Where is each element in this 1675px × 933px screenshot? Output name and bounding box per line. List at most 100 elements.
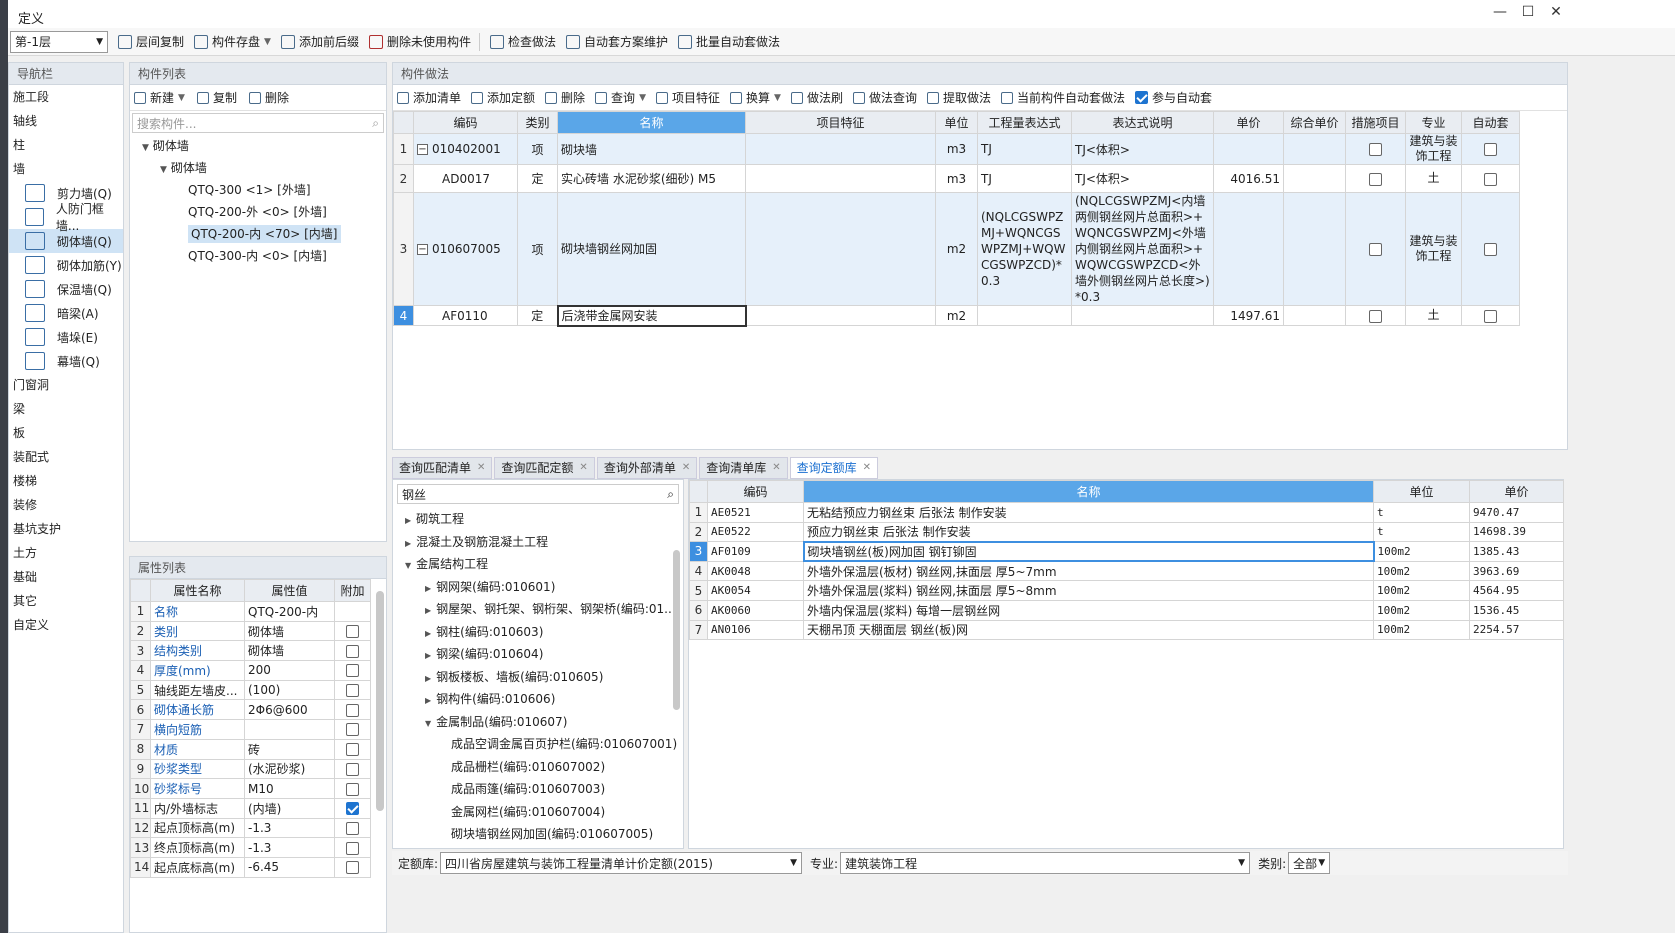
quota-tree-node[interactable]: ▶ 钢板楼板、墙板(编码:010605): [393, 666, 683, 689]
col-header[interactable]: 工程量表达式: [977, 111, 1072, 134]
nav-item[interactable]: 装修: [9, 493, 123, 517]
auto-checkbox[interactable]: [1484, 143, 1497, 156]
property-value[interactable]: -1.3: [244, 817, 335, 839]
nav-item[interactable]: 门窗洞: [9, 373, 123, 397]
save-component-button[interactable]: 构件存盘 ▼: [194, 33, 271, 50]
property-value[interactable]: -6.45: [244, 856, 335, 878]
quota-tree-node[interactable]: 成品栅栏(编码:010607002): [393, 756, 683, 779]
col-header[interactable]: 表达式说明: [1071, 111, 1214, 134]
quota-tree-node[interactable]: ▼ 金属制品(编码:010607): [393, 711, 683, 734]
add-prefix-suffix-button[interactable]: 添加前后缀: [280, 33, 359, 50]
property-row[interactable]: 12 起点顶标高(m) -1.3: [130, 817, 371, 839]
attach-checkbox[interactable]: [346, 821, 359, 835]
property-value[interactable]: 砌体墙: [244, 620, 335, 642]
method-row[interactable]: 2 AD0017 定实心砖墙 水泥砂浆(细砂) M5 m3 TJ TJ<体积> 4016.5…: [393, 164, 1520, 193]
attach-checkbox[interactable]: [346, 703, 359, 717]
nav-item[interactable]: 土方: [9, 541, 123, 565]
property-value[interactable]: 200: [244, 660, 335, 681]
delete-unused-button[interactable]: 删除未使用构件: [368, 33, 471, 50]
attach-checkbox[interactable]: [346, 802, 359, 816]
col-header[interactable]: 名称: [557, 111, 746, 134]
nav-item[interactable]: 墙: [9, 157, 123, 181]
code-cell[interactable]: −010607005: [413, 192, 518, 306]
tree-node[interactable]: ▼ 砌体墙: [130, 157, 386, 179]
col-header[interactable]: 名称: [803, 480, 1374, 503]
floor-select[interactable]: 第-1层 ▼: [10, 30, 108, 53]
close-icon[interactable]: ✕: [477, 457, 485, 479]
query-tab[interactable]: 查询定额库 ✕: [789, 457, 879, 479]
method-tool-button[interactable]: 添加定额: [471, 89, 535, 106]
method-tool-button[interactable]: 添加清单: [397, 89, 461, 106]
property-row[interactable]: 2 类别 砌体墙: [130, 620, 371, 642]
auto-checkbox[interactable]: [1484, 243, 1497, 256]
copy-between-floors-button[interactable]: 层间复制: [118, 33, 184, 50]
method-tool-button[interactable]: 做法刷: [790, 89, 843, 106]
col-header[interactable]: 专业: [1405, 111, 1462, 134]
attach-checkbox[interactable]: [346, 684, 359, 698]
method-tool-button[interactable]: 换算 ▼: [730, 89, 781, 106]
query-tab[interactable]: 查询匹配清单 ✕: [392, 457, 493, 479]
property-row[interactable]: 5 轴线距左墙皮... (100): [130, 679, 371, 701]
measure-checkbox[interactable]: [1369, 143, 1382, 156]
nav-item[interactable]: 其它: [9, 589, 123, 613]
quota-lib-select[interactable]: 四川省房屋建筑与装饰工程量清单计价定额(2015) ▼: [440, 852, 803, 874]
property-row[interactable]: 7 横向短筋: [130, 719, 371, 740]
quota-tree-node[interactable]: ▶ 钢柱(编码:010603): [393, 621, 683, 644]
component-search-input[interactable]: 搜索构件... ⌕: [132, 113, 384, 133]
col-header[interactable]: 措施项目: [1345, 111, 1406, 134]
collapse-icon[interactable]: −: [417, 144, 428, 155]
new-button[interactable]: 新建 ▼: [134, 89, 185, 106]
copy-button[interactable]: 复制: [196, 89, 237, 106]
method-tool-button[interactable]: 参与自动套: [1135, 89, 1212, 106]
property-value[interactable]: [244, 719, 335, 740]
query-search-input[interactable]: 钢丝 ⌕: [397, 484, 679, 504]
collapse-icon[interactable]: −: [417, 244, 428, 255]
col-header[interactable]: 单价: [1213, 111, 1284, 134]
col-header[interactable]: 单价: [1469, 480, 1564, 503]
method-tool-button[interactable]: 删除: [545, 89, 585, 106]
quota-tree-node[interactable]: 成品空调金属百页护栏(编码:010607001): [393, 733, 683, 756]
quota-row[interactable]: 7 AN0106 天棚吊顶 天棚面层 钢丝(板)网 100m2 2254.57: [689, 619, 1564, 641]
property-row[interactable]: 13 终点顶标高(m) -1.3: [130, 837, 371, 858]
property-value[interactable]: (内墙): [244, 797, 335, 819]
tree-node[interactable]: ▼ 砌体墙: [130, 135, 386, 157]
col-header[interactable]: 编码: [707, 480, 804, 503]
type-select[interactable]: 全部 ▼: [1288, 852, 1331, 874]
col-header[interactable]: 编码: [413, 111, 518, 134]
nav-sub-item[interactable]: 人防门框墙...: [9, 202, 123, 233]
property-value[interactable]: (100): [244, 679, 335, 701]
col-header[interactable]: 项目特征: [745, 111, 936, 134]
method-row[interactable]: 4 AF0110 定后浇带金属网安装 m2 1497.61 土: [393, 304, 1520, 327]
quota-tree-node[interactable]: 成品雨篷(编码:010607003): [393, 778, 683, 801]
close-icon[interactable]: ✕: [682, 457, 690, 479]
feature-cell[interactable]: [745, 164, 936, 193]
property-row[interactable]: 3 结构类别 砌体墙: [130, 640, 371, 662]
property-row[interactable]: 11 内/外墙标志 (内墙): [130, 797, 371, 819]
nav-item[interactable]: 柱: [9, 133, 123, 157]
property-value[interactable]: -1.3: [244, 837, 335, 858]
quota-tree-node[interactable]: ▶ 砌筑工程: [393, 508, 683, 531]
name-cell[interactable]: 砌块墙钢丝网加固: [557, 192, 746, 306]
nav-item[interactable]: 施工段: [9, 85, 123, 109]
property-value[interactable]: 砌体墙: [244, 640, 335, 662]
property-row[interactable]: 6 砌体通长筋 2Φ6@600: [130, 699, 371, 721]
close-icon[interactable]: ✕: [579, 457, 587, 479]
query-tab[interactable]: 查询外部清单 ✕: [596, 457, 698, 479]
method-row[interactable]: 1−010402001 项砌块墙 m3 TJ TJ<体积> 建筑与装饰工程: [393, 133, 1520, 165]
property-row[interactable]: 4 厚度(mm) 200: [130, 660, 371, 681]
property-row[interactable]: 10 砂浆标号 M10: [130, 778, 371, 799]
measure-checkbox[interactable]: [1369, 309, 1382, 323]
property-row[interactable]: 1 名称 QTQ-200-内: [130, 601, 371, 622]
expr-cell[interactable]: TJ: [977, 164, 1072, 193]
auto-checkbox[interactable]: [1484, 172, 1497, 186]
name-cell[interactable]: 后浇带金属网安装: [556, 304, 747, 327]
nav-sub-item[interactable]: 砌体加筋(Y): [9, 253, 123, 277]
expr-cell[interactable]: [977, 305, 1072, 326]
query-tab[interactable]: 查询匹配定额 ✕: [494, 457, 595, 479]
property-row[interactable]: 8 材质砖: [130, 738, 371, 760]
quota-row[interactable]: 1 AE0521 无粘结预应力钢丝束 后张法 制作安装 t 9470.47: [689, 502, 1564, 523]
quota-row[interactable]: 3 AF0109 砌块墙钢丝(板)网加固 钢钉铆固 100m2 1385.43: [689, 540, 1564, 563]
quota-row[interactable]: 2 AE0522 预应力钢丝束 后张法 制作安装 t 14698.39: [689, 521, 1564, 543]
measure-checkbox[interactable]: [1369, 172, 1382, 186]
feature-cell[interactable]: [745, 305, 936, 326]
